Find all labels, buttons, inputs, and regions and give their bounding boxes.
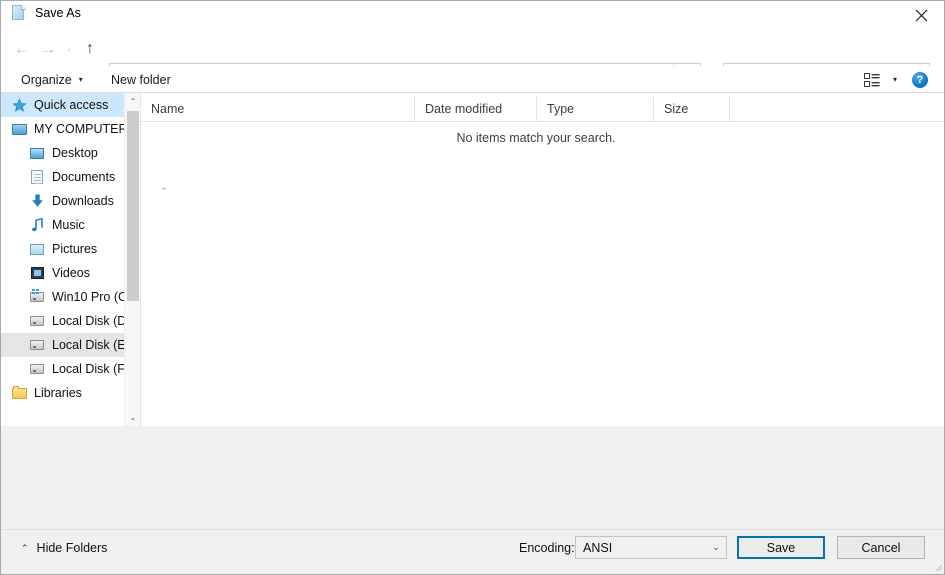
sidebar-item-label: Local Disk (F:) <box>52 362 133 376</box>
sidebar-item-label: Win10 Pro (C:) <box>52 290 135 304</box>
column-header-row: Name Date modified Type Size <box>141 96 944 122</box>
recent-locations-button[interactable]: ⌄ <box>61 36 77 60</box>
sidebar-item-label: Quick access <box>34 98 109 112</box>
chevron-down-icon[interactable]: ⌄ <box>706 537 726 558</box>
sidebar-item-quick-access[interactable]: Quick access <box>1 93 140 117</box>
sidebar-item-documents[interactable]: Documents <box>1 165 140 189</box>
picture-icon <box>29 241 45 257</box>
chevron-up-icon: ⌃ <box>21 542 29 553</box>
document-icon <box>29 169 45 185</box>
sidebar-item-local-disk-d[interactable]: Local Disk (D:) <box>1 309 140 333</box>
resize-grip-icon[interactable] <box>933 562 943 572</box>
navigation-pane-scrollbar[interactable]: ⌃ ⌄ <box>124 93 140 426</box>
cancel-button[interactable]: Cancel <box>837 536 925 559</box>
close-icon <box>915 9 927 22</box>
forward-arrow-icon: → <box>39 38 57 58</box>
navigation-tree: Quick access MY COMPUTER Desktop Documen… <box>1 93 140 405</box>
chevron-down-icon: ▾ <box>892 75 897 84</box>
change-view-button[interactable] <box>860 69 884 90</box>
sort-ascending-icon: ⌃ <box>160 186 168 196</box>
column-header-name[interactable]: Name <box>141 96 415 122</box>
sidebar-item-label: Desktop <box>52 146 98 160</box>
monitor-icon <box>11 121 27 137</box>
sidebar-item-label: Videos <box>52 266 90 280</box>
new-folder-button[interactable]: New folder <box>105 69 177 90</box>
empty-list-message: No items match your search. <box>456 131 616 145</box>
help-button[interactable]: ? <box>906 69 934 90</box>
title-bar-left: Save As <box>11 5 81 21</box>
sidebar-item-label: Pictures <box>52 242 98 256</box>
desktop-icon <box>29 145 45 161</box>
sidebar-item-desktop[interactable]: Desktop <box>1 141 140 165</box>
window-title: Save As <box>35 6 81 20</box>
encoding-select[interactable]: ANSI ⌄ <box>575 536 727 559</box>
sidebar-item-libraries[interactable]: Libraries <box>1 381 140 405</box>
column-header-date-modified[interactable]: Date modified <box>415 96 537 122</box>
document-icon <box>11 5 27 21</box>
save-as-dialog: Save As ← → ⌄ ↑ « <box>0 0 945 575</box>
chevron-down-icon: ▾ <box>78 75 83 84</box>
close-button[interactable] <box>898 1 944 30</box>
music-note-icon <box>29 217 45 233</box>
chevron-down-icon: ⌄ <box>65 43 73 53</box>
sidebar-item-label: MY COMPUTER <box>34 122 128 136</box>
drive-icon <box>29 361 45 377</box>
folder-icon <box>11 385 27 401</box>
forward-button[interactable]: → <box>35 36 61 60</box>
view-options-button[interactable]: ▾ <box>886 69 904 90</box>
up-button[interactable]: ↑ <box>77 36 103 60</box>
help-icon: ? <box>912 71 928 88</box>
scroll-up-icon[interactable]: ⌃ <box>125 93 140 110</box>
hide-folders-button[interactable]: ⌃ Hide Folders <box>21 541 107 555</box>
sidebar-item-win10-pro-c[interactable]: Win10 Pro (C:) <box>1 285 140 309</box>
sidebar-item-local-disk-f[interactable]: Local Disk (F:) <box>1 357 140 381</box>
scroll-down-icon[interactable]: ⌄ <box>125 409 140 426</box>
sidebar-item-local-disk-e[interactable]: Local Disk (E:) <box>1 333 140 357</box>
sidebar-item-downloads[interactable]: Downloads <box>1 189 140 213</box>
sidebar-item-label: Music <box>52 218 85 232</box>
nav-button-group: ← → ⌄ ↑ <box>9 36 103 60</box>
column-header-size[interactable]: Size <box>654 96 730 122</box>
sidebar-item-label: Documents <box>52 170 116 184</box>
sidebar-item-label: Local Disk (D:) <box>52 314 134 328</box>
hide-folders-label: Hide Folders <box>36 541 108 555</box>
file-list-pane: Name Date modified Type Size No items ma… <box>140 93 944 426</box>
scrollbar-thumb[interactable] <box>127 111 139 301</box>
video-icon <box>29 265 45 281</box>
save-button[interactable]: Save <box>737 536 825 559</box>
encoding-value: ANSI <box>583 540 613 555</box>
command-toolbar: Organize ▾ New folder ▾ ? <box>1 66 944 93</box>
drive-icon <box>29 337 45 353</box>
navigation-bar: ← → ⌄ ↑ « LRC file With an indivisual so… <box>1 30 944 87</box>
toolbar-right-group: ▾ ? <box>860 69 934 90</box>
sidebar-item-label: Local Disk (E:) <box>52 338 134 352</box>
browser-body: Quick access MY COMPUTER Desktop Documen… <box>1 93 944 426</box>
encoding-label: Encoding: <box>519 541 575 555</box>
form-area: File name: Save as type: Perfect - Ed Sh… <box>1 426 944 492</box>
sidebar-item-label: Downloads <box>52 194 114 208</box>
download-arrow-icon <box>29 193 45 209</box>
sidebar-item-pictures[interactable]: Pictures <box>1 237 140 261</box>
sidebar-item-my-computer[interactable]: MY COMPUTER <box>1 117 140 141</box>
sidebar-item-videos[interactable]: Videos <box>1 261 140 285</box>
drive-icon <box>29 313 45 329</box>
title-bar: Save As <box>1 1 944 30</box>
sidebar-item-music[interactable]: Music <box>1 213 140 237</box>
navigation-pane: Quick access MY COMPUTER Desktop Documen… <box>1 93 140 426</box>
column-header-type[interactable]: Type <box>537 96 654 122</box>
organize-label: Organize <box>21 72 72 87</box>
back-button[interactable]: ← <box>9 36 35 60</box>
list-view-icon <box>864 72 880 87</box>
star-icon <box>11 97 27 113</box>
organize-button[interactable]: Organize ▾ <box>15 69 89 90</box>
up-arrow-icon: ↑ <box>86 39 94 57</box>
new-folder-label: New folder <box>111 72 171 87</box>
windows-drive-icon <box>29 289 45 305</box>
back-arrow-icon: ← <box>13 38 31 58</box>
sidebar-item-label: Libraries <box>34 386 82 400</box>
